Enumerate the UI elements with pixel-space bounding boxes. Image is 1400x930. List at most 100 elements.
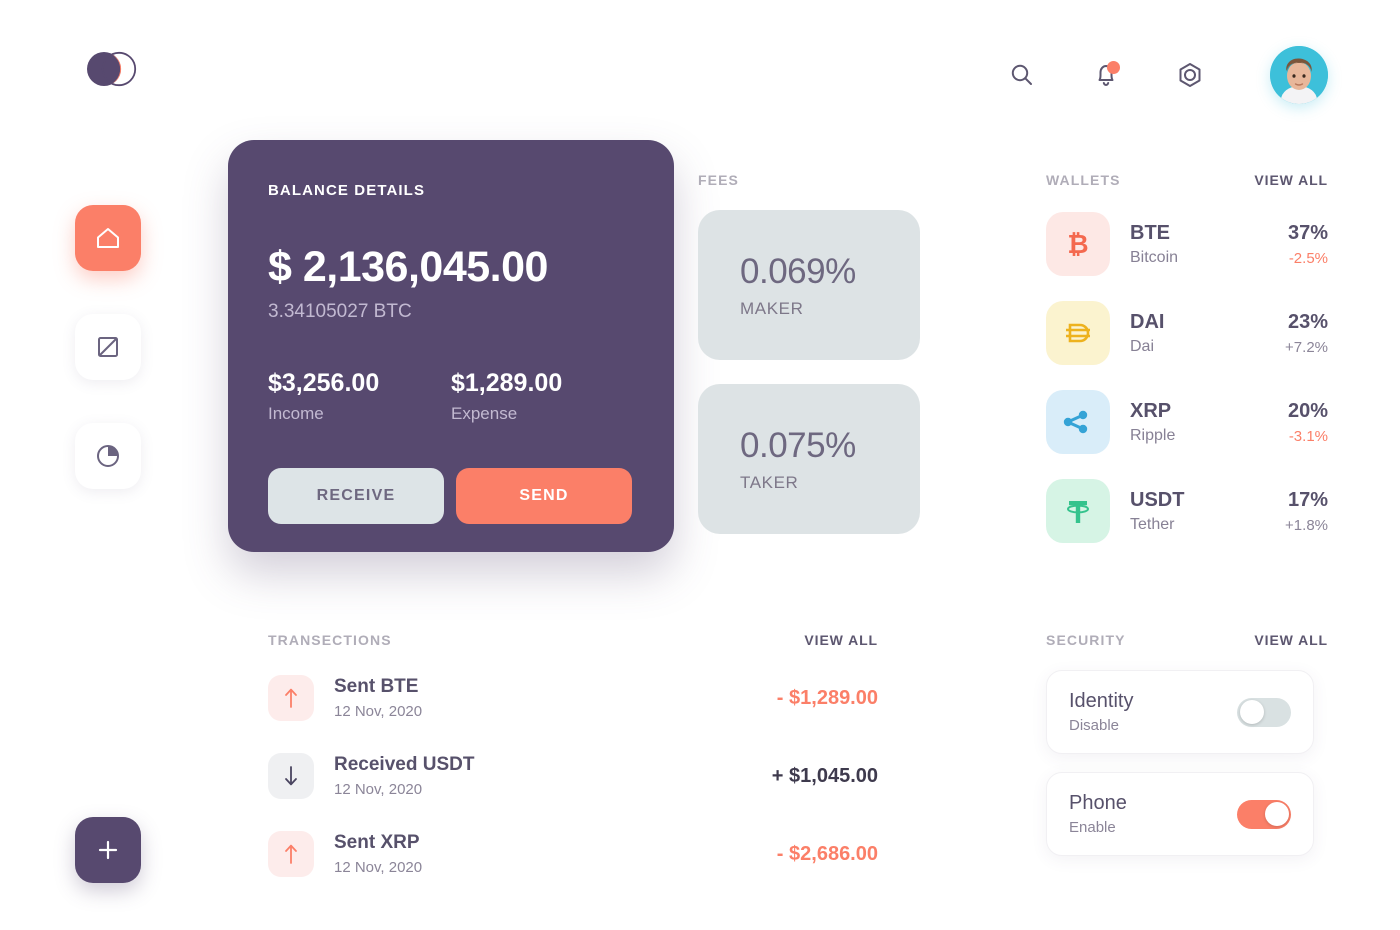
arrow-down-icon [285, 766, 297, 786]
transaction-info: Sent BTE 12 Nov, 2020 [334, 676, 777, 720]
plus-icon [98, 840, 118, 860]
fee-value: 0.075% [740, 425, 856, 465]
fees-header: FEES [698, 172, 920, 188]
receive-button[interactable]: RECEIVE [268, 468, 444, 524]
wallet-stats: 37% -2.5% [1288, 222, 1328, 267]
wallet-stats: 17% +1.8% [1285, 489, 1328, 534]
income-stat: $3,256.00 Income [268, 369, 451, 424]
sidebar-item-home[interactable] [75, 205, 141, 271]
expense-stat: $1,289.00 Expense [451, 369, 634, 424]
fee-label: MAKER [740, 298, 804, 318]
security-toggle[interactable] [1237, 799, 1291, 829]
expense-value: $1,289.00 [451, 369, 563, 397]
coin-icon: ₿ [1046, 212, 1110, 276]
fees-section: FEES 0.069% MAKER 0.075% TAKER [698, 172, 920, 534]
security-title: SECURITY [1046, 632, 1126, 648]
coin-change: -2.5% [1288, 249, 1328, 267]
settings-button[interactable] [1168, 53, 1212, 97]
coin-change: +1.8% [1285, 516, 1328, 534]
wallet-row[interactable]: ₿ BTE Bitcoin 37% -2.5% [1046, 211, 1328, 277]
income-label: Income [268, 404, 324, 423]
balance-card-title: BALANCE DETAILS [268, 182, 426, 199]
security-list: Identity Disable Phone Enable [1046, 670, 1328, 856]
coin-full-name: Tether [1130, 515, 1175, 533]
security-labels: Identity Disable [1069, 690, 1133, 734]
income-value: $3,256.00 [268, 369, 380, 397]
fee-card: 0.069% MAKER [698, 210, 920, 360]
notification-badge [1107, 61, 1120, 74]
balance-details-card: BALANCE DETAILS $ 2,136,045.00 3.3410502… [228, 140, 674, 552]
wallet-name-block: USDT Tether [1130, 489, 1285, 534]
transaction-direction-icon [268, 753, 314, 799]
dai-icon [1066, 323, 1090, 343]
security-label: Phone [1069, 792, 1127, 814]
coin-icon [1046, 479, 1110, 543]
sidebar-item-analytics[interactable] [75, 423, 141, 489]
notifications-button[interactable] [1084, 53, 1128, 97]
wallet-name-block: XRP Ripple [1130, 400, 1288, 445]
security-section: SECURITY VIEW ALL Identity Disable Phone En… [1046, 632, 1328, 856]
security-state: Enable [1069, 819, 1116, 836]
coin-percent: 37% [1287, 221, 1328, 244]
topbar [1000, 46, 1328, 104]
add-button[interactable] [75, 817, 141, 883]
tether-icon [1067, 501, 1089, 523]
wallet-row[interactable]: USDT Tether 17% +1.8% [1046, 478, 1328, 544]
transaction-row[interactable]: Sent XRP 12 Nov, 2020 - $2,686.00 [268, 826, 878, 882]
wallets-header: WALLETS VIEW ALL [1046, 172, 1328, 188]
search-icon [1011, 64, 1032, 85]
wallet-stats: 20% -3.1% [1288, 400, 1328, 445]
sidebar [0, 0, 178, 930]
wallet-name-block: DAI Dai [1130, 311, 1285, 356]
security-label: Identity [1069, 690, 1134, 712]
coin-change: +7.2% [1285, 338, 1328, 356]
toggle-knob [1264, 802, 1289, 826]
wallets-section: WALLETS VIEW ALL ₿ BTE Bitcoin 37% -2.5% DAI D… [1046, 172, 1328, 544]
coin-icon [1046, 301, 1110, 365]
coin-icon [1046, 390, 1110, 454]
overlapping-circles-logo[interactable] [82, 49, 140, 89]
security-card: Identity Disable [1046, 670, 1314, 754]
home-icon [97, 228, 119, 248]
arrow-up-icon [285, 688, 297, 708]
coin-symbol: XRP [1130, 399, 1172, 422]
coin-symbol: DAI [1130, 310, 1165, 333]
transaction-row[interactable]: Sent BTE 12 Nov, 2020 - $1,289.00 [268, 670, 878, 726]
security-toggle[interactable] [1237, 697, 1291, 727]
sidebar-item-exchange[interactable] [75, 314, 141, 380]
coin-full-name: Ripple [1130, 426, 1176, 444]
wallet-row[interactable]: XRP Ripple 20% -3.1% [1046, 389, 1328, 455]
wallet-stats: 23% +7.2% [1285, 311, 1328, 356]
coin-full-name: Bitcoin [1130, 248, 1179, 266]
wallets-view-all[interactable]: VIEW ALL [1254, 172, 1328, 188]
coin-symbol: USDT [1130, 488, 1185, 511]
transaction-info: Received USDT 12 Nov, 2020 [334, 754, 772, 798]
security-card: Phone Enable [1046, 772, 1314, 856]
send-button[interactable]: SEND [456, 468, 632, 524]
coin-percent: 17% [1287, 488, 1328, 511]
wallet-row[interactable]: DAI Dai 23% +7.2% [1046, 300, 1328, 366]
coin-percent: 23% [1287, 310, 1328, 333]
transaction-amount: - $1,289.00 [776, 686, 878, 709]
svg-text:₿: ₿ [1067, 229, 1088, 259]
security-header: SECURITY VIEW ALL [1046, 632, 1328, 648]
transaction-title: Sent BTE [334, 676, 419, 697]
transaction-title: Sent XRP [334, 832, 420, 853]
exchange-icon [98, 337, 118, 357]
wallets-title: WALLETS [1046, 172, 1121, 188]
transactions-view-all[interactable]: VIEW ALL [804, 632, 878, 648]
fees-card-list: 0.069% MAKER 0.075% TAKER [698, 210, 920, 534]
security-state: Disable [1069, 717, 1120, 734]
transaction-amount: + $1,045.00 [771, 764, 878, 787]
transaction-direction-icon [268, 675, 314, 721]
transaction-direction-icon [268, 831, 314, 877]
user-avatar[interactable] [1270, 46, 1328, 104]
security-view-all[interactable]: VIEW ALL [1254, 632, 1328, 648]
balance-btc: 3.34105027 BTC [268, 301, 412, 322]
transaction-row[interactable]: Received USDT 12 Nov, 2020 + $1,045.00 [268, 748, 878, 804]
transactions-header: TRANSECTIONS VIEW ALL [268, 632, 878, 648]
search-button[interactable] [1000, 53, 1044, 97]
transaction-amount: - $2,686.00 [776, 842, 878, 865]
transaction-title: Received USDT [334, 754, 475, 775]
coin-change: -3.1% [1288, 427, 1328, 445]
